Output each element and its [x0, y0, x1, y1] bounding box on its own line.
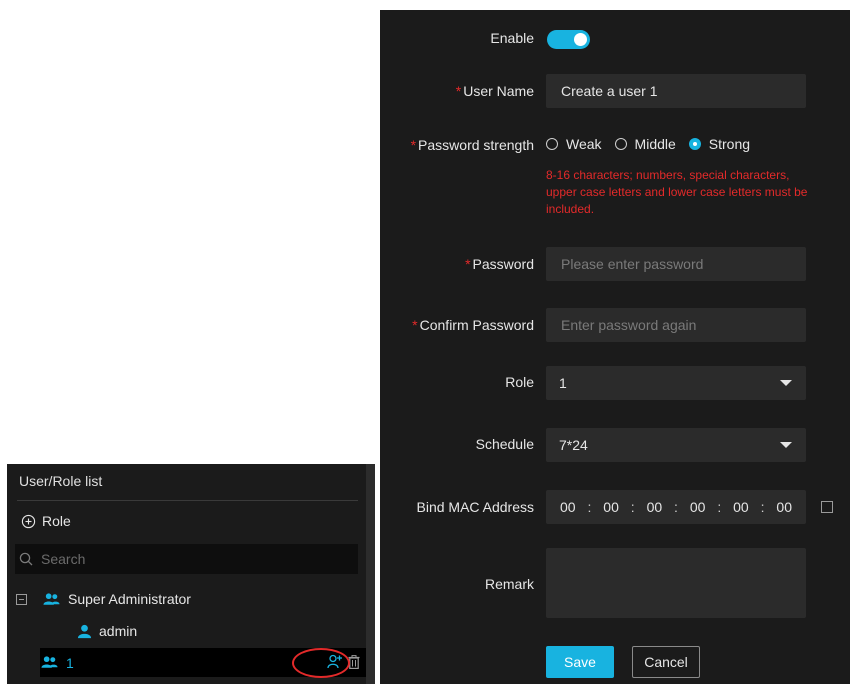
- radio-dot: [614, 138, 627, 150]
- add-user-icon[interactable]: [327, 654, 342, 669]
- search-input[interactable]: [39, 550, 343, 568]
- search-box[interactable]: [15, 544, 358, 574]
- password-input[interactable]: [559, 255, 793, 273]
- user-form-panel: Enable *User Name *Password strength Wea…: [380, 10, 850, 684]
- plus-circle-icon: [21, 514, 36, 528]
- save-button[interactable]: Save: [546, 646, 614, 678]
- schedule-select[interactable]: 7*24: [546, 428, 806, 462]
- caret-down-icon: [780, 380, 792, 386]
- confirm-password-field[interactable]: [546, 308, 806, 342]
- enable-label: Enable: [490, 30, 534, 46]
- tree-group-label: Super Administrator: [68, 591, 191, 607]
- strength-label-text: Password strength: [418, 137, 534, 153]
- scrollbar[interactable]: [366, 464, 375, 684]
- mac-address-field[interactable]: 00 : 00 : 00 : 00 : 00 : 00: [546, 490, 806, 524]
- row-actions: [327, 654, 360, 669]
- radio-weak-label: Weak: [566, 136, 602, 152]
- radio-strong-label: Strong: [708, 136, 751, 152]
- divider: [17, 500, 358, 501]
- mac-octet-2[interactable]: 00: [603, 499, 619, 515]
- radio-strong[interactable]: Strong: [688, 136, 751, 152]
- schedule-value: 7*24: [559, 437, 588, 453]
- user-role-list-panel: User/Role list Role Super Administrator: [7, 464, 374, 684]
- bind-mac-checkbox[interactable]: [821, 501, 833, 513]
- mac-label: Bind MAC Address: [416, 499, 535, 515]
- remark-textarea[interactable]: [546, 548, 806, 618]
- radio-dot: [546, 138, 558, 150]
- radio-middle[interactable]: Middle: [614, 136, 676, 152]
- password-hint: 8-16 characters; numbers, special charac…: [546, 168, 808, 216]
- collapse-toggle[interactable]: [16, 593, 27, 605]
- user-icon: [77, 624, 92, 638]
- password-label: * Password: [465, 256, 534, 272]
- required-mark: *: [455, 83, 462, 99]
- confirm-password-input[interactable]: [559, 316, 793, 334]
- remark-label: Remark: [484, 576, 534, 592]
- mac-octet-1[interactable]: 00: [560, 499, 576, 515]
- tree-row-role-1[interactable]: 1: [40, 648, 366, 677]
- confirm-password-label-text: Confirm Password: [419, 317, 534, 333]
- mac-octet-3[interactable]: 00: [647, 499, 663, 515]
- mac-separator: :: [674, 499, 678, 515]
- username-field[interactable]: [546, 74, 806, 108]
- password-strength-group: Weak Middle Strong: [546, 136, 763, 152]
- trash-icon[interactable]: [348, 654, 360, 669]
- tree-row-super-administrator[interactable]: Super Administrator: [16, 591, 191, 607]
- password-field[interactable]: [546, 247, 806, 281]
- password-label-text: Password: [472, 256, 534, 272]
- add-role-label: Role: [42, 513, 71, 529]
- add-role-button[interactable]: Role: [21, 513, 71, 529]
- caret-down-icon: [780, 442, 792, 448]
- mac-octet-4[interactable]: 00: [690, 499, 706, 515]
- tree-role-label: 1: [66, 654, 74, 671]
- users-icon: [43, 592, 60, 605]
- role-select[interactable]: 1: [546, 366, 806, 400]
- panel-title: User/Role list: [19, 473, 103, 489]
- mac-separator: :: [760, 499, 765, 515]
- toggle-knob: [574, 33, 587, 46]
- radio-dot-selected: [688, 138, 701, 150]
- mac-separator: :: [587, 499, 592, 515]
- username-input[interactable]: [559, 82, 793, 100]
- enable-toggle[interactable]: [547, 30, 590, 49]
- strength-label: * Password strength: [411, 137, 534, 153]
- confirm-password-label: * Confirm Password: [412, 317, 534, 333]
- role-label: Role: [505, 374, 534, 390]
- radio-weak[interactable]: Weak: [546, 136, 602, 152]
- required-mark: *: [412, 317, 418, 333]
- search-icon: [19, 552, 33, 566]
- mac-separator: :: [717, 499, 722, 515]
- tree-row-admin[interactable]: admin: [77, 623, 137, 639]
- role-value: 1: [559, 375, 567, 391]
- tree-user-label: admin: [99, 623, 138, 639]
- required-mark: *: [410, 137, 417, 153]
- mac-octet-6[interactable]: 00: [776, 499, 792, 515]
- users-icon: [41, 656, 58, 668]
- cancel-button[interactable]: Cancel: [632, 646, 700, 678]
- required-mark: *: [465, 256, 471, 272]
- username-label-text: User Name: [463, 83, 534, 99]
- mac-separator: :: [630, 499, 635, 515]
- schedule-label: Schedule: [475, 436, 534, 452]
- mac-octet-5[interactable]: 00: [733, 499, 749, 515]
- radio-middle-label: Middle: [634, 136, 676, 152]
- username-label: * User Name: [456, 83, 534, 99]
